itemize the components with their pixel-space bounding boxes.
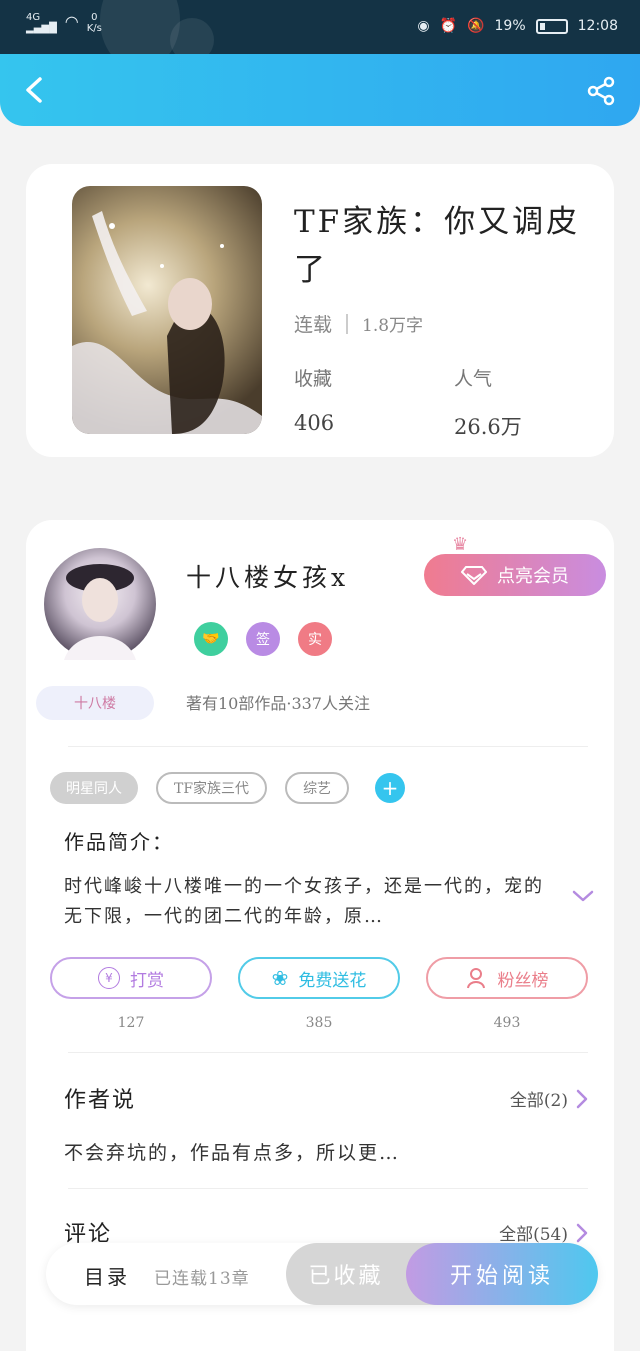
table-of-contents-button[interactable]: 目录 bbox=[84, 1261, 130, 1290]
expand-intro-button[interactable] bbox=[572, 888, 594, 904]
tag-item[interactable]: 综艺 bbox=[285, 772, 350, 804]
bottom-action-bar: 目录 已连载13章 已收藏 开始阅读 bbox=[46, 1243, 598, 1305]
book-status: 连载 bbox=[294, 314, 333, 336]
status-left: 4G ▂▄▆█ ◠ 0 K/s bbox=[26, 12, 102, 34]
collect-value: 406 bbox=[294, 411, 335, 435]
author-says-title: 作者说 bbox=[64, 1088, 137, 1113]
meta-divider bbox=[346, 313, 349, 334]
vip-button[interactable]: 点亮会员 bbox=[424, 554, 606, 596]
popularity-stat: 人气 26.6万 bbox=[454, 364, 522, 441]
chevron-right-icon bbox=[576, 1089, 588, 1108]
status-right: ◉ ⏰ 🔕 19% 12:08 bbox=[417, 18, 618, 34]
book-cover-image[interactable] bbox=[72, 186, 262, 434]
comments-more-label: 全部(54) bbox=[499, 1225, 568, 1245]
crown-icon: ♛ bbox=[452, 534, 469, 555]
reward-count: 127 bbox=[117, 1015, 145, 1031]
chevron-down-icon bbox=[572, 890, 594, 902]
divider bbox=[68, 746, 588, 747]
tag-item[interactable]: 明星同人 bbox=[50, 772, 138, 804]
level-tag-label: 十八楼 bbox=[74, 696, 116, 712]
book-title: TF家族：你又调皮了 bbox=[294, 204, 581, 288]
collected-label: 已收藏 bbox=[308, 1264, 384, 1289]
author-badges: 🤝 签 实 bbox=[194, 622, 332, 656]
user-icon bbox=[466, 968, 485, 989]
network-label: 4G bbox=[26, 12, 41, 23]
wifi-icon: ◠ bbox=[64, 12, 79, 31]
alarm-icon: ⏰ bbox=[439, 18, 458, 34]
cover-illustration bbox=[72, 211, 262, 434]
popularity-value: 26.6万 bbox=[454, 415, 522, 439]
yen-icon: ¥ bbox=[98, 967, 120, 989]
fans-ranking-button[interactable]: 粉丝榜 493 bbox=[426, 957, 588, 1031]
level-tag: 十八楼 bbox=[36, 686, 154, 720]
mute-bell-icon: 🔕 bbox=[467, 18, 485, 34]
works-summary: 著有10部作品·337人关注 bbox=[186, 694, 370, 713]
signal-icon: 4G ▂▄▆█ bbox=[26, 12, 57, 34]
collect-stat: 收藏 406 bbox=[294, 364, 334, 435]
divider bbox=[68, 1052, 588, 1053]
book-meta: 连载 1.8万字 bbox=[294, 310, 423, 337]
collect-label: 收藏 bbox=[294, 368, 333, 390]
battery-percent: 19% bbox=[494, 18, 526, 34]
chevron-right-icon bbox=[576, 1223, 588, 1242]
fans-ranking-label: 粉丝榜 bbox=[497, 970, 549, 991]
word-count: 1.8万字 bbox=[362, 316, 424, 336]
chevron-left-icon bbox=[26, 77, 42, 103]
author-detail-card: 十八楼女孩x ♛ 点亮会员 🤝 签 实 十八楼 著有10部作品·337人关注 明… bbox=[26, 520, 614, 1351]
net-speed: 0 K/s bbox=[87, 12, 102, 34]
flower-count: 385 bbox=[305, 1015, 333, 1031]
intro-heading: 作品简介： bbox=[64, 830, 174, 854]
author-says-more-label: 全部(2) bbox=[509, 1091, 568, 1111]
signed-badge[interactable]: 签 bbox=[246, 622, 280, 656]
verified-badge[interactable]: 实 bbox=[298, 622, 332, 656]
avatar-illustration bbox=[64, 564, 136, 660]
battery-icon bbox=[535, 18, 568, 34]
popularity-label: 人气 bbox=[454, 368, 493, 390]
fans-count: 493 bbox=[493, 1015, 521, 1031]
intro-text: 时代峰峻十八楼唯一的一个女孩子，还是一代的，宠的无下限，一代的团二代的年龄，原… bbox=[64, 876, 544, 927]
add-tag-button[interactable]: + bbox=[375, 773, 406, 803]
tag-item[interactable]: TF家族三代 bbox=[156, 772, 268, 804]
eye-icon: ◉ bbox=[417, 18, 430, 34]
author-says-text[interactable]: 不会弃坑的，作品有点多，所以更… bbox=[64, 1138, 400, 1165]
book-info-card: TF家族：你又调皮了 连载 1.8万字 收藏 406 人气 26.6万 bbox=[26, 164, 614, 457]
clock: 12:08 bbox=[577, 18, 618, 34]
net-speed-value: 0 bbox=[91, 12, 98, 23]
net-speed-unit: K/s bbox=[86, 23, 102, 34]
flower-icon: ❀ bbox=[271, 966, 289, 990]
share-icon bbox=[587, 76, 615, 106]
back-button[interactable] bbox=[22, 76, 50, 104]
author-avatar[interactable] bbox=[44, 548, 156, 660]
vip-label: 点亮会员 bbox=[497, 566, 569, 587]
divider bbox=[68, 1188, 588, 1189]
send-flower-button[interactable]: ❀ 免费送花 385 bbox=[238, 957, 400, 1031]
plus-icon: + bbox=[381, 776, 399, 800]
start-reading-label: 开始阅读 bbox=[449, 1264, 554, 1289]
tag-list: 明星同人 TF家族三代 综艺 + bbox=[50, 772, 406, 804]
send-flower-label: 免费送花 bbox=[298, 970, 367, 991]
share-button[interactable] bbox=[586, 76, 616, 106]
serial-status: 已连载13章 bbox=[154, 1269, 250, 1289]
author-says-more-link[interactable]: 全部(2) bbox=[510, 1086, 588, 1111]
diamond-icon bbox=[461, 566, 487, 585]
handshake-badge-icon[interactable]: 🤝 bbox=[194, 622, 228, 656]
reward-button[interactable]: ¥ 打赏 127 bbox=[50, 957, 212, 1031]
reward-label: 打赏 bbox=[130, 970, 164, 991]
start-reading-button[interactable]: 开始阅读 bbox=[406, 1243, 598, 1305]
top-header bbox=[0, 54, 640, 126]
author-name[interactable]: 十八楼女孩x bbox=[186, 558, 349, 594]
status-bar: 4G ▂▄▆█ ◠ 0 K/s ◉ ⏰ 🔕 19% 12:08 bbox=[0, 0, 640, 70]
comments-more-link[interactable]: 全部(54) bbox=[499, 1220, 588, 1245]
